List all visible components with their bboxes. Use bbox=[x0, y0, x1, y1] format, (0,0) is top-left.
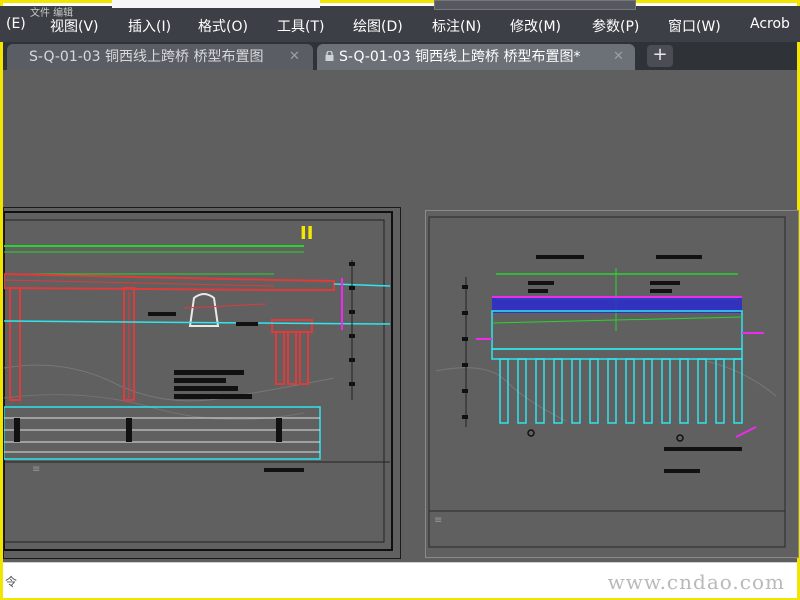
menu-dimension[interactable]: 标注(N) bbox=[432, 16, 481, 36]
tab-label: S-Q-01-03 铜西线上跨桥 桥型布置图 bbox=[29, 49, 264, 65]
menu-draw[interactable]: 绘图(D) bbox=[353, 16, 403, 36]
menu-ghost-text: 文件 编辑 bbox=[30, 8, 74, 19]
menu-parameter[interactable]: 参数(P) bbox=[592, 16, 639, 36]
menu-insert[interactable]: 插入(I) bbox=[128, 16, 171, 36]
command-prompt: 令 bbox=[5, 575, 18, 589]
close-icon[interactable]: ✕ bbox=[289, 44, 300, 70]
bridge-cross-section-drawing: ≡ bbox=[428, 216, 786, 548]
section-marker-label: II bbox=[300, 223, 313, 244]
drawing-canvas[interactable]: II ≡ ≡ bbox=[3, 70, 799, 562]
menu-edit[interactable]: (E) bbox=[6, 16, 26, 32]
tab-drawing-1[interactable]: S-Q-01-03 铜西线上跨桥 桥型布置图 ✕ bbox=[7, 44, 313, 70]
svg-text:≡: ≡ bbox=[32, 464, 40, 475]
lock-icon bbox=[325, 51, 334, 61]
command-line[interactable]: 令 www.cndao.com bbox=[3, 562, 797, 598]
tab-label: S-Q-01-03 铜西线上跨桥 桥型布置图* bbox=[339, 49, 581, 65]
menu-tools[interactable]: 工具(T) bbox=[277, 16, 324, 36]
drawing-sheet-elevation: II ≡ bbox=[3, 207, 401, 559]
document-tab-bar: S-Q-01-03 铜西线上跨桥 桥型布置图 ✕ S-Q-01-03 铜西线上跨… bbox=[3, 42, 797, 70]
bridge-elevation-drawing: II ≡ bbox=[3, 211, 393, 551]
menu-window[interactable]: 窗口(W) bbox=[668, 16, 721, 36]
toolbar-strip-dark bbox=[434, 0, 636, 10]
close-icon[interactable]: ✕ bbox=[613, 44, 624, 70]
menu-modify[interactable]: 修改(M) bbox=[510, 16, 561, 36]
menu-acrobat[interactable]: Acrob bbox=[750, 16, 790, 32]
svg-text:≡: ≡ bbox=[434, 515, 442, 526]
toolbar-strip bbox=[112, 0, 320, 8]
menu-bar: (E) 视图(V) 插入(I) 格式(O) 工具(T) 绘图(D) 标注(N) … bbox=[0, 6, 800, 42]
plus-icon[interactable]: + bbox=[647, 45, 673, 67]
site-watermark: www.cndao.com bbox=[607, 570, 785, 594]
menu-view[interactable]: 视图(V) bbox=[50, 16, 99, 36]
menu-format[interactable]: 格式(O) bbox=[198, 16, 248, 36]
drawing-sheet-cross-section: ≡ bbox=[425, 210, 799, 558]
tab-drawing-2[interactable]: S-Q-01-03 铜西线上跨桥 桥型布置图* ✕ bbox=[317, 44, 635, 70]
